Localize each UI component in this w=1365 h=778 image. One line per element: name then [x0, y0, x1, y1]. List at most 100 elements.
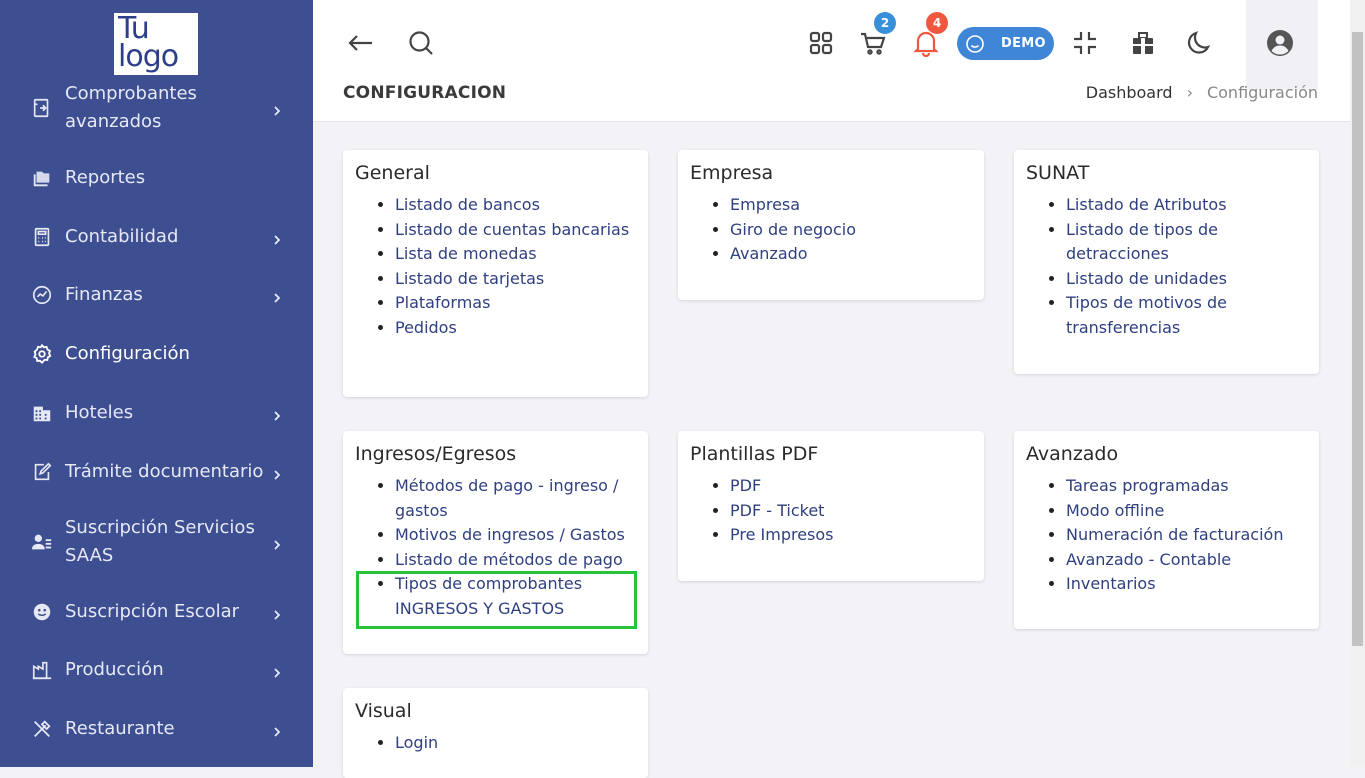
folders-icon — [31, 167, 53, 189]
sidebar-item-reportes[interactable]: Reportes — [0, 164, 313, 192]
breadcrumb-current: Configuración — [1206, 83, 1318, 102]
page-scrollbar[interactable] — [1350, 0, 1365, 767]
link-avanzado[interactable]: Avanzado — [730, 242, 972, 267]
utensils-icon — [31, 718, 53, 740]
link-lista-monedas[interactable]: Lista de monedas — [395, 242, 636, 267]
sidebar-item-label: Producción — [65, 659, 164, 680]
link-listado-cuentas-bancarias[interactable]: Listado de cuentas bancarias — [395, 218, 636, 243]
collapse-fullscreen-icon[interactable] — [1071, 29, 1099, 57]
chevron-right-icon — [271, 664, 283, 678]
chevron-right-icon: › — [1186, 83, 1193, 102]
card-title: Ingresos/Egresos — [355, 443, 517, 465]
user-avatar-icon — [1266, 29, 1294, 57]
card-plantillas-pdf: Plantillas PDF PDF PDF - Ticket Pre Impr… — [678, 431, 984, 581]
page-title: CONFIGURACION — [343, 83, 507, 103]
link-tipos-motivos-transferencias[interactable]: Tipos de motivos de transferencias — [1066, 291, 1307, 340]
link-modo-offline[interactable]: Modo offline — [1066, 499, 1307, 524]
link-list: Tareas programadas Modo offline Numeraci… — [1026, 474, 1307, 597]
card-title: Plantillas PDF — [690, 443, 819, 465]
gift-box-icon[interactable] — [1129, 29, 1157, 57]
link-tareas-programadas[interactable]: Tareas programadas — [1066, 474, 1307, 499]
link-pdf-ticket[interactable]: PDF - Ticket — [730, 499, 972, 524]
search-icon[interactable] — [407, 29, 435, 57]
chevron-right-icon — [271, 466, 283, 480]
sidebar-item-label: Configuración — [65, 343, 190, 364]
chevron-right-icon — [271, 606, 283, 620]
breadcrumb-dashboard[interactable]: Dashboard — [1086, 83, 1173, 102]
notification-count-badge: 4 — [926, 12, 948, 34]
chevron-right-icon — [271, 102, 283, 116]
company-logo[interactable]: Tu logo — [114, 13, 198, 75]
link-listado-tipos-detracciones[interactable]: Listado de tipos de detracciones — [1066, 218, 1307, 267]
card-visual: Visual Login — [343, 688, 648, 778]
link-empresa[interactable]: Empresa — [730, 193, 972, 218]
link-pdf[interactable]: PDF — [730, 474, 972, 499]
link-list: Listado de Atributos Listado de tipos de… — [1026, 193, 1307, 340]
sidebar-item-configuracion[interactable]: Configuración — [0, 340, 313, 368]
chevron-right-icon — [271, 289, 283, 303]
card-sunat: SUNAT Listado de Atributos Listado de ti… — [1014, 150, 1319, 374]
card-empresa: Empresa Empresa Giro de negocio Avanzado — [678, 150, 984, 300]
card-title: Visual — [355, 700, 412, 722]
apps-grid-icon[interactable] — [807, 29, 835, 57]
smiley-icon — [31, 601, 53, 623]
sidebar-item-comprobantes-avanzados[interactable]: Comprobantes avanzados — [0, 80, 313, 136]
link-list: Empresa Giro de negocio Avanzado — [690, 193, 972, 267]
chevron-right-icon — [271, 407, 283, 421]
sidebar-item-suscripcion-escolar[interactable]: Suscripción Escolar — [0, 598, 313, 626]
cart-count-badge: 2 — [874, 12, 896, 34]
link-listado-atributos[interactable]: Listado de Atributos — [1066, 193, 1307, 218]
link-login[interactable]: Login — [395, 731, 636, 756]
sidebar-item-suscripcion-saas[interactable]: Suscripción Servicios SAAS — [0, 514, 313, 570]
moon-icon[interactable] — [1186, 29, 1214, 57]
card-title: SUNAT — [1026, 162, 1090, 184]
link-listado-unidades[interactable]: Listado de unidades — [1066, 267, 1307, 292]
sidebar-item-label: Finanzas — [65, 284, 143, 305]
sidebar-item-label: Contabilidad — [65, 226, 179, 247]
link-avanzado-contable[interactable]: Avanzado - Contable — [1066, 548, 1307, 573]
link-numeracion-facturacion[interactable]: Numeración de facturación — [1066, 523, 1307, 548]
sidebar-item-finanzas[interactable]: Finanzas — [0, 281, 313, 309]
sidebar-item-label: Suscripción Servicios SAAS — [65, 517, 255, 566]
card-title: Empresa — [690, 162, 774, 184]
sidebar-item-hoteles[interactable]: Hoteles — [0, 399, 313, 427]
card-avanzado: Avanzado Tareas programadas Modo offline… — [1014, 431, 1319, 629]
demo-label: DEMO — [1001, 36, 1046, 51]
chart-trend-icon — [31, 284, 53, 306]
sidebar-item-contabilidad[interactable]: Contabilidad — [0, 223, 313, 251]
sidebar-item-restaurante[interactable]: Restaurante — [0, 715, 313, 743]
card-title: General — [355, 162, 430, 184]
link-list: PDF PDF - Ticket Pre Impresos — [690, 474, 972, 548]
highlight-box — [356, 571, 637, 629]
sidebar-item-label: Suscripción Escolar — [65, 601, 240, 622]
link-pre-impresos[interactable]: Pre Impresos — [730, 523, 972, 548]
link-plataformas[interactable]: Plataformas — [395, 291, 636, 316]
sidebar-item-label: Reportes — [65, 167, 146, 188]
sidebar-item-label: Restaurante — [65, 718, 175, 739]
sidebar-item-produccion[interactable]: Producción — [0, 656, 313, 684]
card-title: Avanzado — [1026, 443, 1119, 465]
back-arrow-icon[interactable] — [346, 29, 374, 57]
link-metodos-pago-ingreso-gastos[interactable]: Métodos de pago - ingreso / gastos — [395, 474, 636, 523]
chevron-right-icon — [271, 723, 283, 737]
logo-line-2: logo — [118, 39, 179, 74]
link-listado-bancos[interactable]: Listado de bancos — [395, 193, 636, 218]
chevron-right-icon — [271, 231, 283, 245]
link-listado-metodos-pago[interactable]: Listado de métodos de pago — [395, 548, 636, 573]
sidebar-item-label: Trámite documentario — [65, 461, 264, 482]
link-giro-negocio[interactable]: Giro de negocio — [730, 218, 972, 243]
scrollbar-thumb[interactable] — [1352, 32, 1363, 646]
calculator-icon — [31, 226, 53, 248]
gear-icon — [31, 343, 53, 365]
link-listado-tarjetas[interactable]: Listado de tarjetas — [395, 267, 636, 292]
link-pedidos[interactable]: Pedidos — [395, 316, 636, 341]
sidebar-item-tramite-documentario[interactable]: Trámite documentario — [0, 458, 313, 486]
user-list-icon — [31, 531, 53, 553]
link-list: Login — [355, 731, 636, 756]
link-list: Listado de bancos Listado de cuentas ban… — [355, 193, 636, 340]
link-motivos-ingresos-gastos[interactable]: Motivos de ingresos / Gastos — [395, 523, 636, 548]
link-inventarios[interactable]: Inventarios — [1066, 572, 1307, 597]
user-menu[interactable] — [1246, 0, 1318, 90]
demo-mode-button[interactable]: DEMO — [957, 27, 1054, 60]
card-general: General Listado de bancos Listado de cue… — [343, 150, 648, 397]
